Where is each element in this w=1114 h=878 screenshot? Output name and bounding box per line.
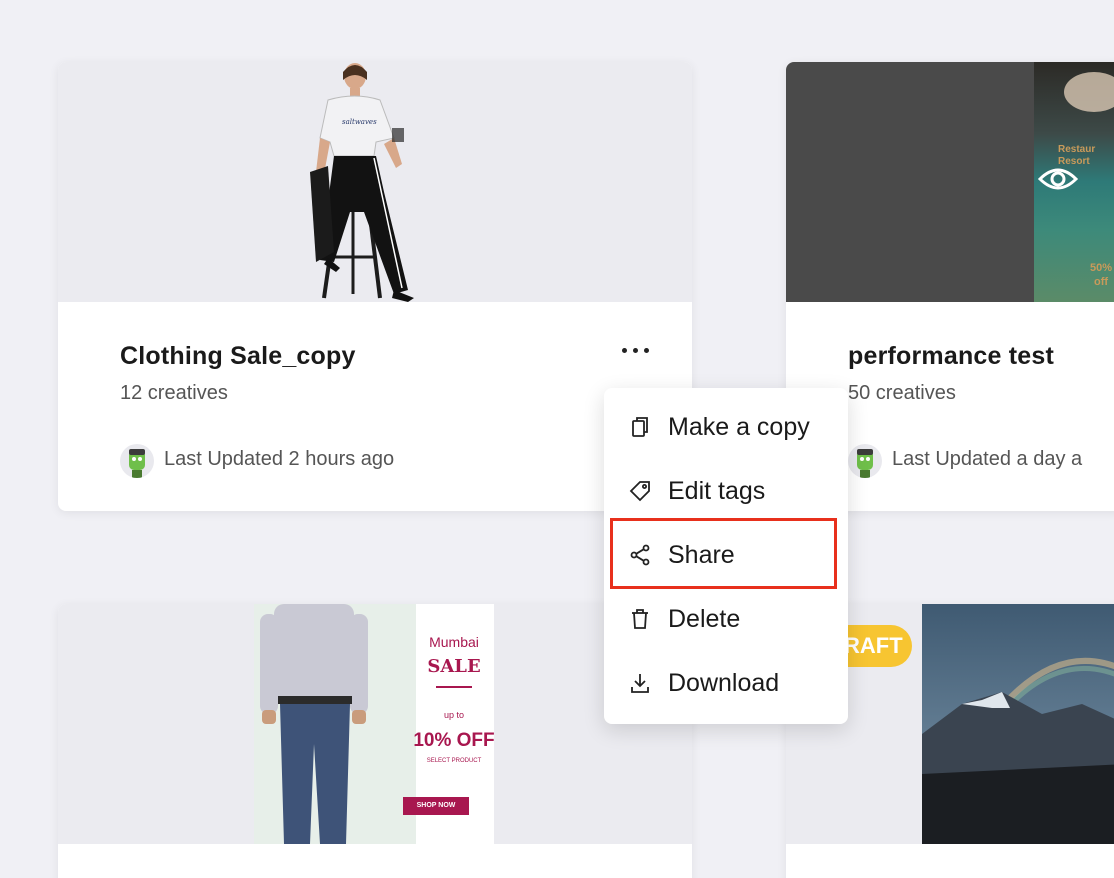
man-standing-image — [260, 604, 368, 844]
menu-item-delete[interactable]: Delete — [604, 587, 848, 651]
banner-city: Mumbai — [429, 634, 479, 650]
thumb-text-line: off — [1094, 276, 1109, 288]
creatives-count: 50 creatives — [848, 382, 956, 404]
banner-creative: Mumbai SALE up to 10% OFF SELECT PRODUCT… — [254, 604, 495, 844]
last-updated-text: Last Updated a day a — [892, 448, 1083, 470]
campaign-card-mumbai-sale[interactable]: Mumbai SALE up to 10% OFF SELECT PRODUCT… — [58, 604, 692, 878]
download-icon — [631, 674, 649, 693]
banner-select-product: SELECT PRODUCT — [426, 758, 482, 764]
more-options-button[interactable] — [615, 340, 655, 360]
trash-icon — [632, 609, 648, 629]
share-icon — [630, 544, 650, 566]
menu-item-label: Download — [668, 668, 780, 697]
banner-offer: 10% OFF — [413, 730, 495, 751]
dot-icon — [632, 347, 638, 353]
card-title[interactable]: performance test — [848, 342, 1054, 371]
campaign-card-clothing-sale[interactable]: saltwaves Clothing Sale_copy 12 creative… — [58, 62, 692, 511]
menu-item-label: Edit tags — [668, 476, 766, 505]
last-updated-text: Last Updated 2 hours ago — [164, 448, 395, 470]
dot-icon — [621, 347, 627, 353]
menu-item-label: Make a copy — [668, 412, 810, 441]
avatar — [120, 444, 154, 478]
banner-divider — [436, 686, 472, 688]
banner-shop-now-button: SHOP NOW — [403, 797, 469, 815]
model-sitting-image: saltwaves — [310, 63, 414, 302]
menu-item-share[interactable]: Share — [604, 523, 848, 587]
banner-sale: SALE — [427, 656, 481, 677]
menu-item-label: Share — [668, 540, 735, 569]
thumb-text-line: 50% — [1090, 262, 1113, 274]
avatar — [848, 444, 882, 478]
card-thumbnail[interactable]: Mumbai SALE up to 10% OFF SELECT PRODUCT… — [58, 604, 692, 844]
thumb-text-line: Restaur — [1058, 144, 1096, 155]
plate-image — [1064, 72, 1114, 112]
banner-upto: up to — [443, 710, 465, 720]
creatives-count: 12 creatives — [120, 382, 228, 404]
mountain-rainbow-image — [922, 604, 1114, 844]
menu-item-download[interactable]: Download — [604, 651, 848, 715]
menu-item-label: Delete — [668, 604, 741, 633]
tag-icon — [629, 481, 650, 502]
card-thumbnail[interactable]: saltwaves — [58, 62, 692, 302]
dot-icon — [643, 347, 649, 353]
menu-item-make-a-copy[interactable]: Make a copy — [604, 395, 848, 459]
menu-item-edit-tags[interactable]: Edit tags — [604, 459, 848, 523]
card-options-menu: Make a copy Edit tags Share Delete Downl… — [604, 388, 848, 724]
copy-icon — [632, 417, 648, 437]
svg-text:saltwaves: saltwaves — [342, 118, 377, 126]
card-title[interactable]: Clothing Sale_copy — [120, 342, 356, 371]
eye-icon[interactable] — [1038, 164, 1078, 194]
card-thumbnail[interactable]: Restaur Resort 50% off — [786, 62, 1114, 302]
